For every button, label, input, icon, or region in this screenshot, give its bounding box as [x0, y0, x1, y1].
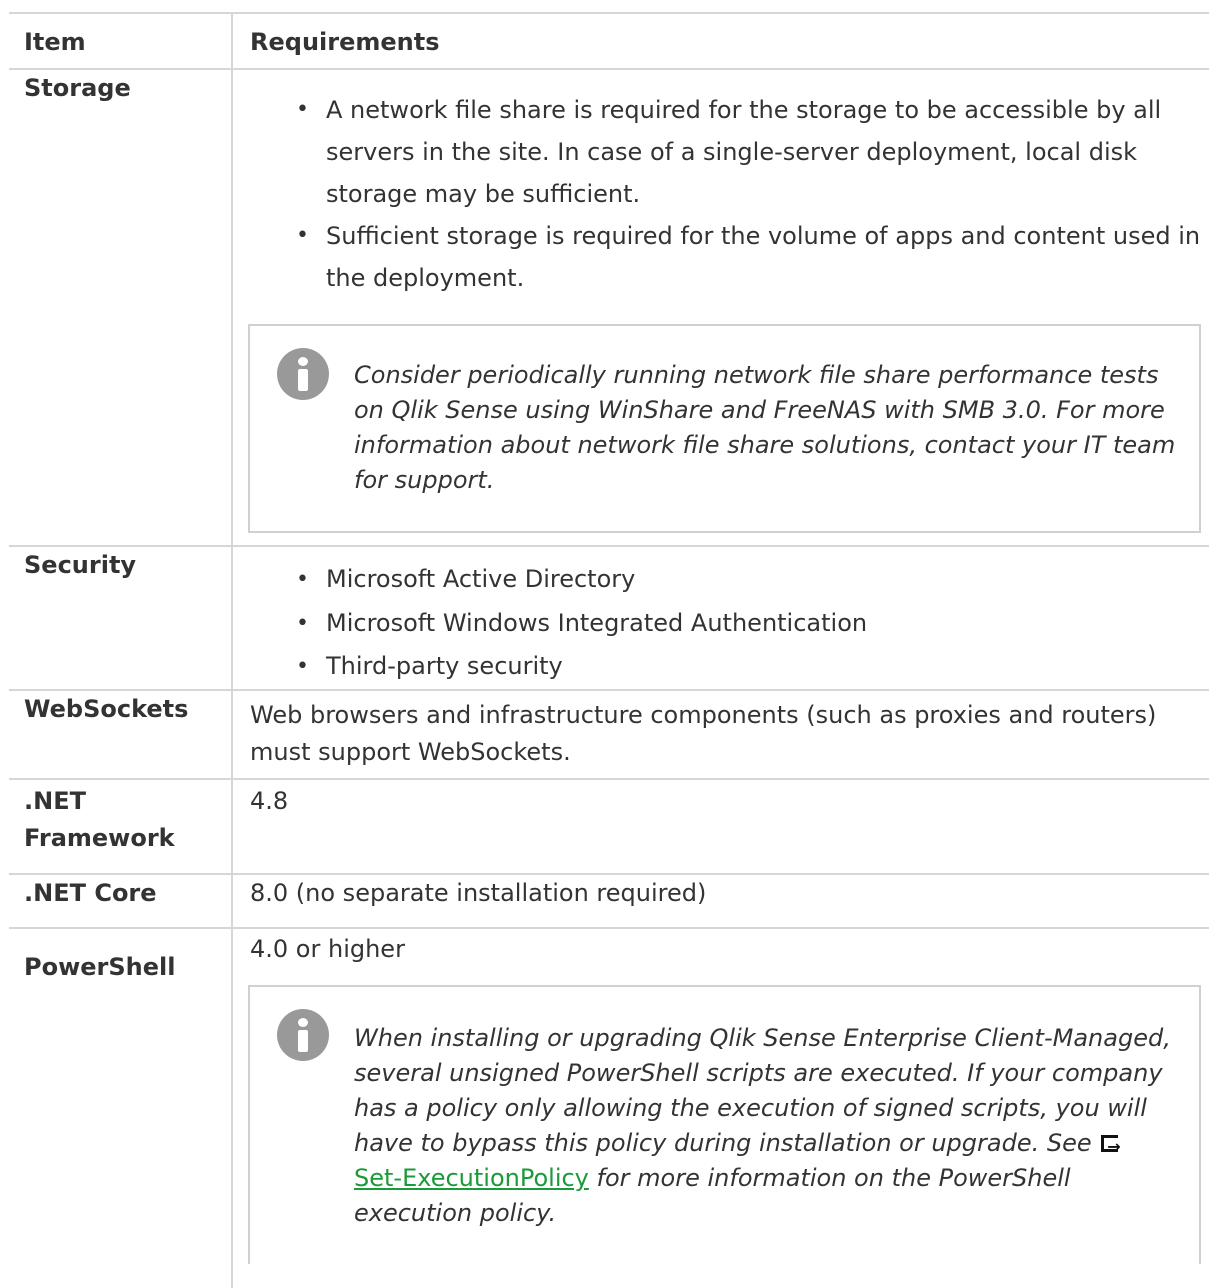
powershell-text: 4.0 or higher — [250, 935, 405, 963]
item-netcore-label: .NET Core — [24, 879, 157, 907]
external-link-icon — [1101, 1129, 1121, 1164]
table-row-security: Security Microsoft Active Directory Micr… — [9, 545, 1209, 691]
requirements-table: Item Requirements Storage A network file… — [9, 12, 1209, 1288]
netcore-text: 8.0 (no separate installation required) — [250, 879, 707, 907]
table-row-powershell: PowerShell 4.0 or higher When installing… — [9, 927, 1209, 1288]
table-row-netframework: .NET Framework 4.8 — [9, 778, 1209, 875]
list-item: A network file share is required for the… — [296, 89, 1201, 215]
item-powershell: PowerShell — [9, 927, 233, 1288]
item-netframework-label: .NET Framework — [24, 787, 175, 852]
item-netframework: .NET Framework — [9, 778, 233, 875]
powershell-note-before: When installing or upgrading Qlik Sense … — [354, 1024, 1171, 1157]
list-item: Microsoft Active Directory — [296, 558, 1201, 602]
powershell-note-text: When installing or upgrading Qlik Sense … — [250, 987, 1199, 1264]
info-icon — [277, 1009, 329, 1061]
header-requirements: Requirements — [232, 12, 1209, 70]
list-item: Microsoft Windows Integrated Authenticat… — [296, 602, 1201, 646]
security-bullets: Microsoft Active Directory Microsoft Win… — [248, 558, 1201, 689]
req-websockets: Web browsers and infrastructure componen… — [232, 689, 1209, 780]
item-security: Security — [9, 545, 233, 691]
storage-note: Consider periodically running network fi… — [248, 324, 1201, 533]
info-icon — [277, 348, 329, 400]
netframework-text: 4.8 — [250, 787, 289, 815]
req-security: Microsoft Active Directory Microsoft Win… — [232, 545, 1209, 691]
req-powershell: 4.0 or higher When installing or upgradi… — [232, 927, 1209, 1288]
header-item: Item — [9, 12, 233, 70]
req-netcore: 8.0 (no separate installation required) — [232, 873, 1209, 929]
item-websockets-label: WebSockets — [24, 695, 189, 723]
header-item-label: Item — [24, 28, 86, 56]
list-item: Third-party security — [296, 645, 1201, 689]
table-row-websockets: WebSockets Web browsers and infrastructu… — [9, 689, 1209, 780]
storage-note-text: Consider periodically running network fi… — [354, 361, 1176, 494]
item-websockets: WebSockets — [9, 689, 233, 780]
set-executionpolicy-link[interactable]: Set-ExecutionPolicy — [354, 1164, 589, 1192]
item-netcore: .NET Core — [9, 873, 233, 929]
item-storage: Storage — [9, 68, 233, 547]
websockets-text: Web browsers and infrastructure componen… — [250, 701, 1157, 766]
table-header-row: Item Requirements — [9, 12, 1209, 70]
storage-bullets: A network file share is required for the… — [248, 89, 1201, 299]
item-storage-label: Storage — [24, 74, 131, 102]
req-storage: A network file share is required for the… — [232, 68, 1209, 547]
table-row-netcore: .NET Core 8.0 (no separate installation … — [9, 873, 1209, 929]
item-powershell-label: PowerShell — [24, 953, 176, 981]
item-security-label: Security — [24, 551, 137, 579]
powershell-note: When installing or upgrading Qlik Sense … — [248, 985, 1201, 1264]
list-item: Sufficient storage is required for the v… — [296, 215, 1201, 299]
table-row-storage: Storage A network file share is required… — [9, 68, 1209, 547]
req-netframework: 4.8 — [232, 778, 1209, 875]
header-requirements-label: Requirements — [250, 28, 440, 56]
